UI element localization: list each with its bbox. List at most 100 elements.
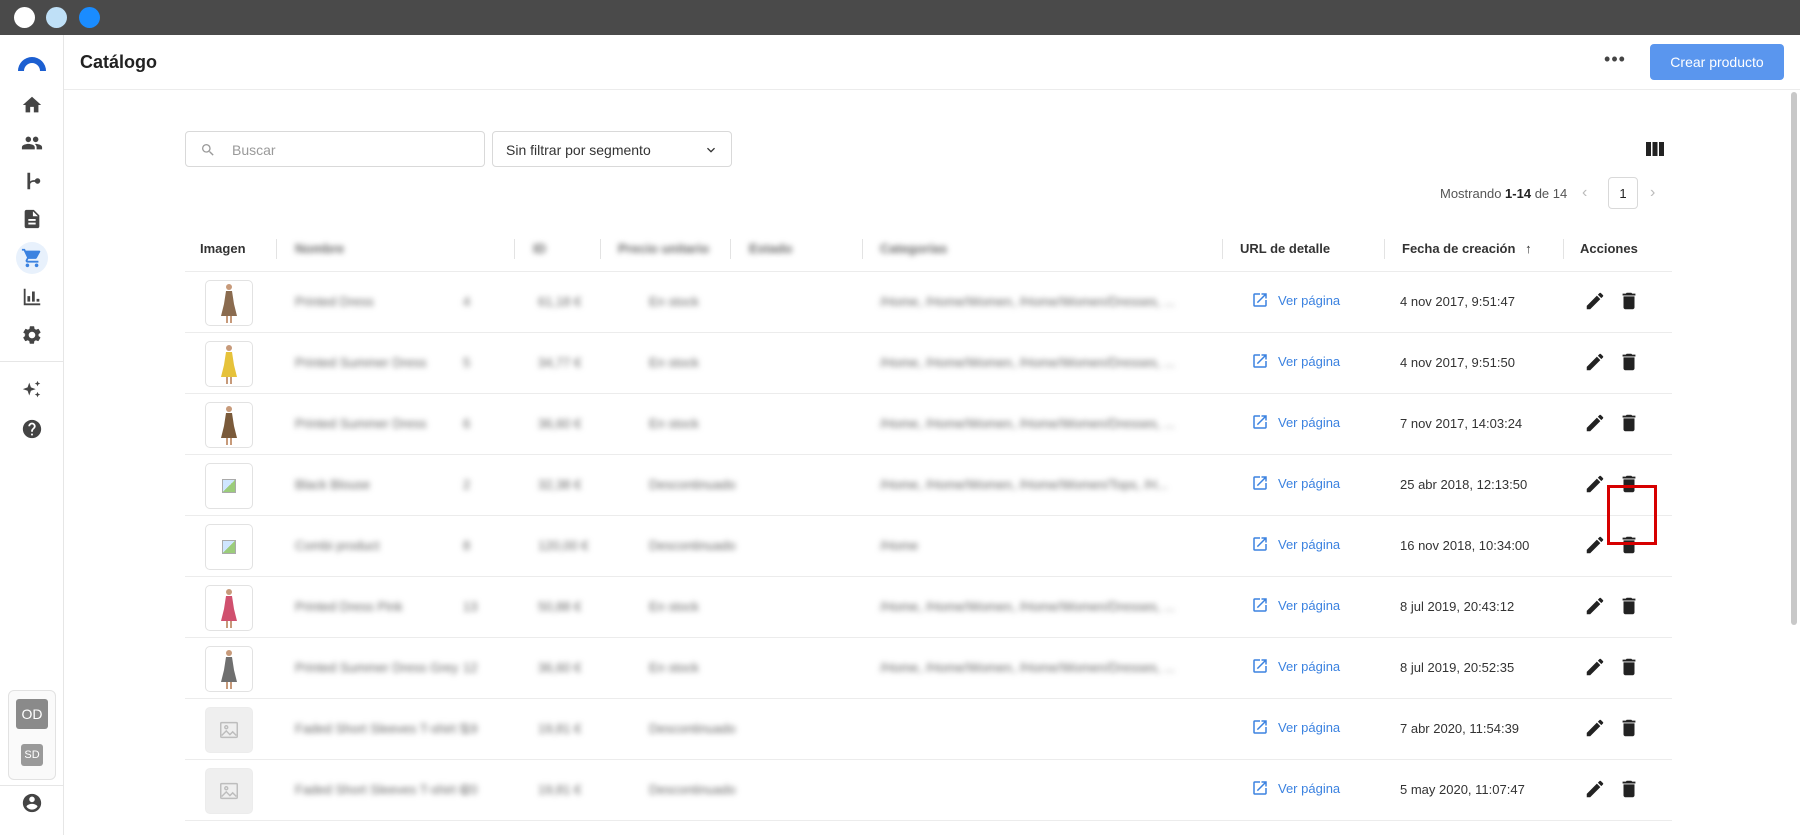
chevron-left-icon[interactable]: ‹ <box>1582 184 1587 202</box>
sort-arrow-up-icon[interactable]: ↑ <box>1525 241 1532 256</box>
table-row[interactable]: Black Blouse 2 32,38 € Descontinuado /Ho… <box>185 455 1672 516</box>
bar-chart-icon <box>23 288 41 306</box>
sidebar-item-ai[interactable] <box>16 374 48 406</box>
column-header-name[interactable]: Nombre <box>295 241 344 256</box>
edit-button[interactable] <box>1584 595 1606 617</box>
help-icon <box>22 419 42 439</box>
sidebar-item-documents[interactable] <box>16 203 48 235</box>
edit-button[interactable] <box>1584 717 1606 739</box>
product-categories: /Home, /Home/Women, /Home/Women/Tops, /H… <box>880 477 1168 492</box>
table-row[interactable]: Printed Summer Dress Grey 12 36,60 € En … <box>185 638 1672 699</box>
product-status: En stock <box>649 355 699 370</box>
column-divider <box>1563 239 1564 259</box>
edit-button[interactable] <box>1584 351 1606 373</box>
trash-icon <box>1622 780 1636 798</box>
sidebar-item-catalog[interactable] <box>16 242 48 274</box>
product-id: 4 <box>463 294 471 309</box>
search-placeholder: Buscar <box>232 142 276 158</box>
delete-button[interactable] <box>1618 778 1640 800</box>
table-row[interactable]: Printed Summer Dress 6 36,60 € En stock … <box>185 394 1672 455</box>
created-date: 7 abr 2020, 11:54:39 <box>1400 721 1520 736</box>
segment-select[interactable]: Sin filtrar por segmento <box>492 131 732 167</box>
product-id: 6 <box>463 416 471 431</box>
home-icon <box>22 96 42 113</box>
column-header-price[interactable]: Precio unitario <box>618 241 709 256</box>
delete-button[interactable] <box>1618 351 1640 373</box>
window-minimize-dot[interactable] <box>46 7 67 28</box>
sidebar-item-help[interactable] <box>16 413 48 445</box>
table-row[interactable]: Printed Dress 4 61,18 € En stock /Home, … <box>185 272 1672 333</box>
sidebar-item-settings[interactable] <box>16 319 48 351</box>
view-page-link[interactable]: Ver página <box>1251 535 1340 553</box>
edit-button[interactable] <box>1584 778 1606 800</box>
delete-button[interactable] <box>1618 717 1640 739</box>
view-page-link[interactable]: Ver página <box>1251 596 1340 614</box>
dress-photo-icon <box>221 284 237 323</box>
chevron-right-icon[interactable]: › <box>1650 184 1655 202</box>
account-switcher[interactable]: OD SD <box>8 690 56 780</box>
sidebar: OD SD <box>0 35 64 835</box>
table-row[interactable]: Faded Short Sleeves T-shirt 6 20 19,81 €… <box>185 760 1672 821</box>
avatar[interactable]: OD <box>16 699 48 729</box>
column-divider <box>1384 239 1385 259</box>
table-row[interactable]: Faded Short Sleeves T-shirt 5 19 19,81 €… <box>185 699 1672 760</box>
table-row[interactable]: Combi product 8 120,00 € Descontinuado /… <box>185 516 1672 577</box>
open-external-icon <box>1253 598 1267 612</box>
view-page-label: Ver página <box>1278 719 1341 735</box>
column-header-created[interactable]: Fecha de creación ↑ <box>1402 241 1532 256</box>
edit-button[interactable] <box>1584 290 1606 312</box>
broken-image-icon <box>222 540 236 554</box>
created-date: 7 nov 2017, 14:03:24 <box>1400 416 1523 431</box>
sidebar-item-contacts[interactable] <box>16 127 48 159</box>
people-icon <box>21 136 43 150</box>
window-maximize-dot[interactable] <box>79 7 100 28</box>
broken-image-icon <box>205 463 253 509</box>
edit-button[interactable] <box>1584 534 1606 556</box>
edit-button[interactable] <box>1584 473 1606 495</box>
sidebar-item-flows[interactable] <box>16 165 48 197</box>
view-page-label: Ver página <box>1278 353 1341 369</box>
sidebar-item-profile[interactable] <box>16 787 48 819</box>
product-price: 34,77 € <box>538 355 582 370</box>
delete-button[interactable] <box>1618 595 1640 617</box>
sidebar-item-analytics[interactable] <box>16 281 48 313</box>
delete-button[interactable] <box>1618 412 1640 434</box>
window-close-dot[interactable] <box>14 7 35 28</box>
column-header-categories[interactable]: Categorías <box>880 241 947 256</box>
column-divider <box>600 239 601 259</box>
product-thumbnail <box>205 280 253 326</box>
view-page-link[interactable]: Ver página <box>1251 474 1340 492</box>
view-page-link[interactable]: Ver página <box>1251 352 1340 370</box>
product-price: 50,88 € <box>538 599 582 614</box>
avatar-secondary[interactable]: SD <box>21 744 43 766</box>
view-page-link[interactable]: Ver página <box>1251 291 1340 309</box>
column-header-url: URL de detalle <box>1240 241 1331 256</box>
product-categories: /Home, /Home/Women, /Home/Women/Dresses,… <box>880 294 1175 309</box>
pagination-current-page[interactable]: 1 <box>1608 177 1638 209</box>
column-header-id[interactable]: ID <box>533 241 546 256</box>
open-external-icon <box>1253 293 1267 307</box>
table-row[interactable]: Printed Summer Dress 5 34,77 € En stock … <box>185 333 1672 394</box>
product-price: 19,81 € <box>538 721 582 736</box>
view-page-link[interactable]: Ver página <box>1251 413 1340 431</box>
columns-icon[interactable] <box>1645 140 1665 158</box>
brand-logo-icon[interactable] <box>16 53 48 71</box>
view-page-label: Ver página <box>1278 414 1341 430</box>
edit-button[interactable] <box>1584 412 1606 434</box>
open-external-icon <box>1253 537 1267 551</box>
gear-icon <box>23 326 41 344</box>
delete-button[interactable] <box>1618 290 1640 312</box>
sidebar-item-home[interactable] <box>16 89 48 121</box>
table-row[interactable]: Printed Dress Pink 13 50,88 € En stock /… <box>185 577 1672 638</box>
vertical-scrollbar[interactable] <box>1791 92 1797 625</box>
delete-button[interactable] <box>1618 656 1640 678</box>
view-page-link[interactable]: Ver página <box>1251 779 1340 797</box>
column-header-status[interactable]: Estado <box>749 241 792 256</box>
edit-button[interactable] <box>1584 656 1606 678</box>
create-product-button[interactable]: Crear producto <box>1650 44 1784 80</box>
image-placeholder-icon <box>220 782 238 800</box>
search-input[interactable]: Buscar <box>185 131 485 167</box>
view-page-link[interactable]: Ver página <box>1251 657 1340 675</box>
more-options-button[interactable]: ••• <box>1601 50 1629 74</box>
view-page-link[interactable]: Ver página <box>1251 718 1340 736</box>
